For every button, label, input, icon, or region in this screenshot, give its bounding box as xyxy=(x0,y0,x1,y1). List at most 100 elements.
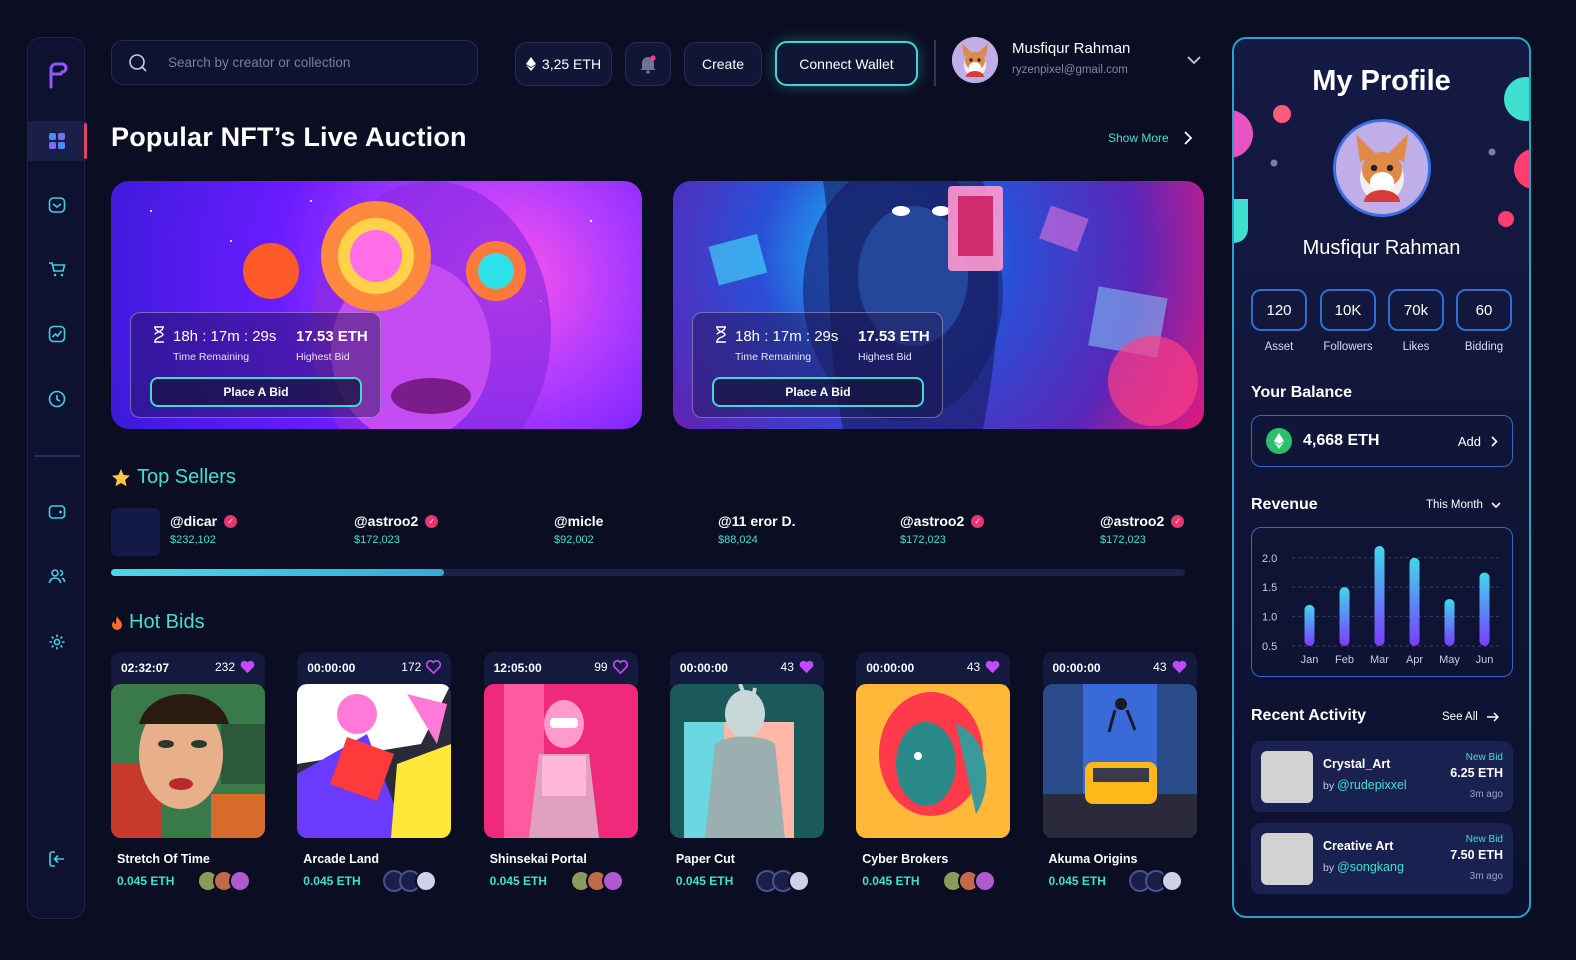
auction-card[interactable]: 18h : 17m : 29s Time Remaining 17.53 ETH… xyxy=(111,181,642,429)
activity-thumbnail xyxy=(1261,751,1313,803)
stat-bidding[interactable]: 60 xyxy=(1456,289,1512,331)
like-count[interactable]: 172 xyxy=(401,660,442,674)
sidebar-item-logout[interactable] xyxy=(28,839,86,879)
sidebar-item-settings[interactable] xyxy=(28,622,86,662)
bidder-avatar[interactable] xyxy=(415,870,438,892)
sidebar-item-dashboard[interactable] xyxy=(28,121,87,161)
balance-title: Your Balance xyxy=(1251,384,1353,401)
sellers-scrollbar[interactable] xyxy=(111,569,1185,576)
place-bid-button[interactable]: Place A Bid xyxy=(150,377,362,407)
sidebar-item-users[interactable] xyxy=(28,556,86,596)
sidebar xyxy=(27,37,87,919)
nft-image[interactable] xyxy=(111,684,265,838)
like-count[interactable]: 99 xyxy=(594,660,628,674)
hot-bid-card[interactable]: 00:00:00 43 Cyber Brokers 0.045 ETH xyxy=(856,652,1011,892)
revenue-bar[interactable] xyxy=(1374,546,1385,646)
auction-card[interactable]: 18h : 17m : 29s Time Remaining 17.53 ETH… xyxy=(673,181,1204,429)
nft-price: 0.045 ETH xyxy=(489,874,547,888)
activity-name: Creative Art xyxy=(1323,839,1394,853)
notification-button[interactable] xyxy=(625,42,671,86)
hot-bid-card[interactable]: 02:32:07 232 Stretch Of Time 0.045 ETH xyxy=(111,652,265,892)
nft-image[interactable] xyxy=(669,684,824,838)
show-more-link[interactable]: Show More xyxy=(1108,131,1192,145)
sellers-scroll-thumb[interactable] xyxy=(111,569,444,576)
seller-item[interactable]: @astroo2 ✓ $172,023 xyxy=(354,513,439,546)
bidder-avatar[interactable] xyxy=(229,870,251,892)
stat-followers[interactable]: 10K xyxy=(1320,289,1376,331)
sidebar-item-analytics[interactable] xyxy=(28,314,86,354)
seller-amount: $92,002 xyxy=(554,534,594,546)
heart-outline-icon[interactable] xyxy=(426,660,442,674)
sidebar-item-cart[interactable] xyxy=(28,249,86,289)
seller-amount: $88,024 xyxy=(718,534,758,546)
heart-icon[interactable] xyxy=(985,660,1000,674)
stat-asset[interactable]: 120 xyxy=(1251,289,1307,331)
heart-icon[interactable] xyxy=(240,660,255,674)
nft-price: 0.045 ETH xyxy=(1048,874,1106,888)
like-count[interactable]: 43 xyxy=(967,660,1000,674)
sidebar-item-messages[interactable] xyxy=(28,185,86,225)
profile-avatar[interactable] xyxy=(1333,119,1431,217)
see-all-link[interactable]: See All xyxy=(1442,711,1499,723)
seller-avatar[interactable] xyxy=(111,508,160,556)
place-bid-button[interactable]: Place A Bid xyxy=(712,377,924,407)
like-count[interactable]: 43 xyxy=(1153,660,1186,674)
chevron-down-icon[interactable] xyxy=(1186,55,1202,65)
search-icon xyxy=(129,53,147,72)
hot-bid-card[interactable]: 12:05:00 99 Shinsekai Portal 0.045 ETH xyxy=(483,652,638,892)
seller-item[interactable]: @11 eror D. $88,024 xyxy=(718,513,795,546)
revenue-bar[interactable] xyxy=(1339,587,1350,646)
activity-title: Recent Activity xyxy=(1251,707,1366,724)
star-icon xyxy=(112,468,130,486)
like-count[interactable]: 232 xyxy=(215,660,255,674)
hot-bid-card[interactable]: 00:00:00 43 Paper Cut 0.045 ETH xyxy=(669,652,824,892)
bidder-avatars xyxy=(755,870,810,892)
bidder-avatar[interactable] xyxy=(1160,870,1183,892)
activity-user[interactable]: @rudepixxel xyxy=(1337,778,1407,792)
top-sellers-title: Top Sellers xyxy=(137,466,236,488)
bidder-avatar[interactable] xyxy=(787,870,810,892)
chevron-down-icon xyxy=(1491,501,1501,508)
hot-bid-card[interactable]: 00:00:00 43 Akuma Origins 0.045 ETH xyxy=(1042,652,1197,892)
stat-likes[interactable]: 70k xyxy=(1388,289,1444,331)
bidder-avatar[interactable] xyxy=(601,870,624,892)
nft-image[interactable] xyxy=(297,684,452,838)
bidder-avatar[interactable] xyxy=(974,870,997,892)
bidder-avatars xyxy=(1128,870,1183,892)
activity-item[interactable]: Crystal_Art by @rudepixxel New Bid 6.25 … xyxy=(1251,741,1513,812)
activity-user[interactable]: @songkang xyxy=(1337,860,1404,874)
seller-item[interactable]: @dicar ✓ $232,102 xyxy=(170,513,238,546)
seller-item[interactable]: @micle $92,002 xyxy=(554,513,603,546)
logo-icon[interactable] xyxy=(42,58,72,92)
revenue-bar[interactable] xyxy=(1409,557,1420,646)
revenue-bar[interactable] xyxy=(1444,598,1455,646)
heart-icon[interactable] xyxy=(1172,660,1187,674)
heart-outline-icon[interactable] xyxy=(612,660,628,674)
hourglass-icon xyxy=(716,326,726,343)
nft-image[interactable] xyxy=(856,684,1011,838)
revenue-bar[interactable] xyxy=(1479,572,1490,646)
bid-countdown: 00:00:00 xyxy=(866,661,915,675)
sidebar-item-wallet[interactable] xyxy=(28,492,86,532)
connect-wallet-button[interactable]: Connect Wallet xyxy=(775,41,918,86)
eth-balance-chip[interactable]: 3,25 ETH xyxy=(515,42,612,86)
stat-label: Followers xyxy=(1323,341,1373,353)
hot-bids-title: Hot Bids xyxy=(129,611,205,633)
heart-icon[interactable] xyxy=(799,660,814,674)
seller-item[interactable]: @astroo2 ✓ $172,023 xyxy=(1100,513,1185,546)
period-select[interactable]: This Month xyxy=(1426,499,1501,511)
add-funds-button[interactable]: Add xyxy=(1458,434,1498,449)
create-button[interactable]: Create xyxy=(684,42,762,86)
nft-image[interactable] xyxy=(483,684,638,838)
activity-item[interactable]: Creative Art by @songkang New Bid 7.50 E… xyxy=(1251,823,1513,894)
sidebar-item-history[interactable] xyxy=(28,379,86,419)
user-avatar[interactable] xyxy=(952,37,998,83)
like-count[interactable]: 43 xyxy=(781,660,814,674)
seller-item[interactable]: @astroo2 ✓ $172,023 xyxy=(900,513,985,546)
search-bar[interactable]: Search by creator or collection xyxy=(111,40,478,85)
hot-bid-card[interactable]: 00:00:00 172 Arcade Land 0.045 ETH xyxy=(297,652,452,892)
search-input[interactable]: Search by creator or collection xyxy=(168,55,350,70)
revenue-bar[interactable] xyxy=(1304,604,1315,646)
activity-thumbnail xyxy=(1261,833,1313,885)
nft-image[interactable] xyxy=(1042,684,1197,838)
